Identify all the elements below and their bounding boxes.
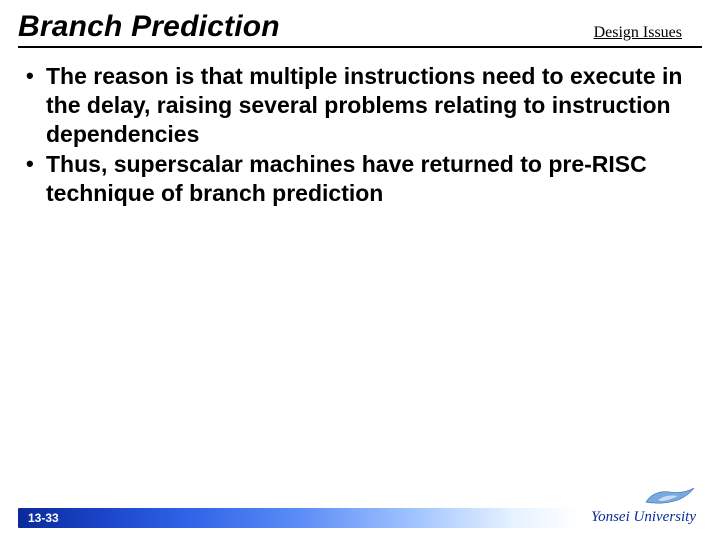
eagle-logo-icon [644, 486, 696, 508]
university-name: Yonsei University [591, 509, 696, 526]
slide-subtitle: Design Issues [594, 24, 702, 44]
slide-title: Branch Prediction [18, 10, 280, 44]
bullet-list: The reason is that multiple instructions… [24, 62, 698, 208]
slide-content: The reason is that multiple instructions… [18, 62, 702, 208]
footer-gradient-bar [18, 508, 578, 528]
bullet-item: Thus, superscalar machines have returned… [24, 150, 698, 208]
slide-header: Branch Prediction Design Issues [18, 10, 702, 48]
slide-footer: 13-33 Yonsei University [0, 500, 720, 528]
bullet-item: The reason is that multiple instructions… [24, 62, 698, 148]
slide: Branch Prediction Design Issues The reas… [0, 0, 720, 540]
page-number: 13-33 [28, 511, 59, 525]
